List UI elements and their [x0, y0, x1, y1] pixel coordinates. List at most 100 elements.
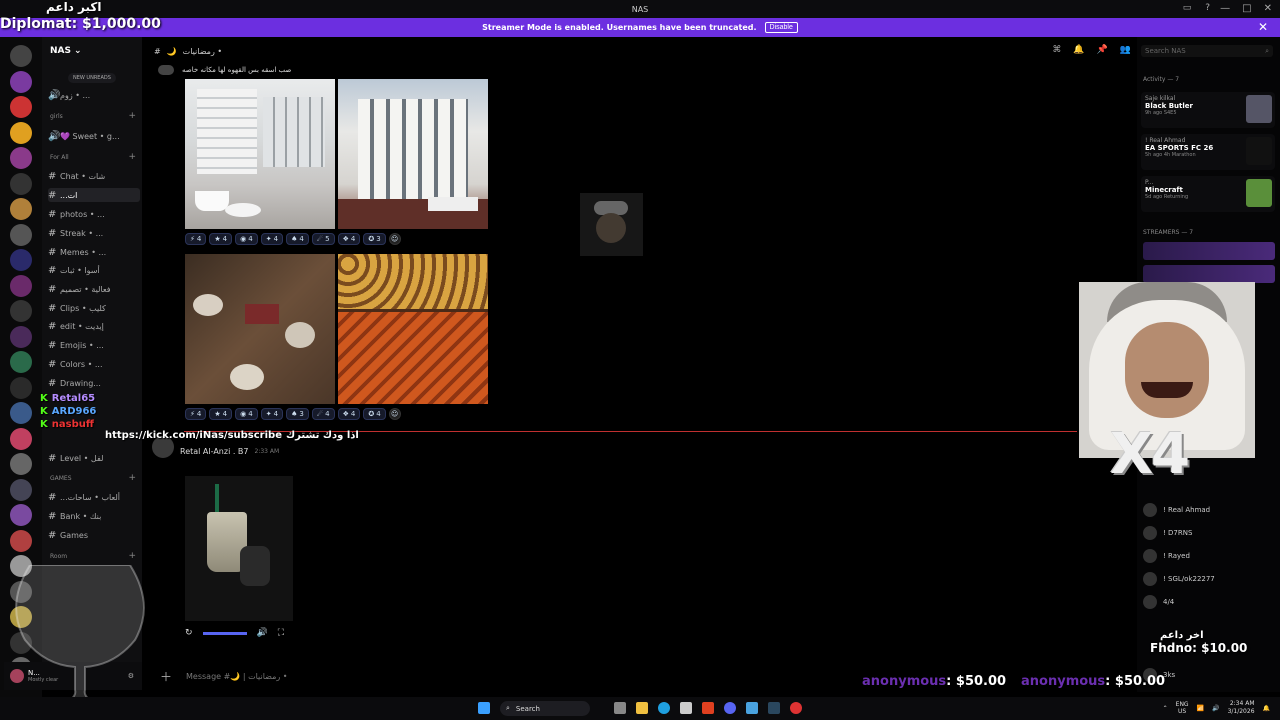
photo-hotel-building[interactable] [338, 79, 488, 229]
message-input[interactable]: Message #🌙 | رمضانيات • [186, 672, 287, 681]
clock[interactable]: 2:34 AM 3/1/2026 [1228, 700, 1255, 716]
inbox-icon[interactable]: ▭ [1183, 3, 1192, 13]
obs-icon[interactable] [790, 702, 802, 714]
discord-icon[interactable] [724, 702, 736, 714]
channel-category[interactable]: GAMES [50, 475, 140, 482]
server-icon[interactable] [10, 147, 32, 169]
server-icon[interactable] [10, 274, 32, 297]
member-row[interactable]: ! D7RNS [1143, 524, 1275, 542]
server-icon[interactable] [10, 376, 32, 399]
maximize-button[interactable]: □ [1242, 3, 1251, 14]
reaction-pill[interactable]: ⚡ 4 [185, 408, 207, 420]
photo-breakfast-table[interactable] [185, 254, 335, 404]
volume-icon[interactable]: 🔊 [1212, 705, 1219, 712]
channel-item[interactable]: # أسوا • ثبات [48, 263, 140, 277]
streamer-member-row[interactable] [1143, 242, 1275, 260]
channel-item[interactable]: # Streak • ... [48, 226, 140, 240]
channel-item[interactable]: # ...ات [48, 188, 140, 202]
server-icon[interactable] [10, 121, 32, 144]
brave-icon[interactable] [702, 702, 714, 714]
reaction-pill[interactable]: ★ 4 [209, 233, 233, 245]
server-icon[interactable] [10, 249, 32, 271]
server-icon[interactable] [10, 504, 32, 526]
channel-category[interactable]: For All [50, 154, 140, 161]
member-row[interactable]: 4/4 [1143, 593, 1275, 611]
channel-item[interactable]: # Clips • كليب [48, 301, 140, 315]
message-author[interactable]: Retal Al-Anzi . B7 [180, 447, 249, 456]
channel-item[interactable]: # edit • إيديت [48, 319, 140, 333]
activity-card[interactable]: Saje kilkal Black Butler 9h ago S4E5 [1141, 92, 1275, 128]
reaction-pill[interactable]: ♠ 4 [286, 233, 309, 245]
reaction-pill[interactable]: ⚡ 4 [185, 233, 207, 245]
replay-icon[interactable]: ↻ [185, 628, 193, 638]
chevron-up-icon[interactable]: ⌃ [1163, 705, 1168, 712]
member-row[interactable]: ! Rayed [1143, 547, 1275, 565]
channel-item[interactable]: # Drawing... [48, 376, 140, 390]
channel-item[interactable]: # Bank • بنك [48, 509, 140, 523]
reaction-pill[interactable]: ☄ 5 [311, 233, 335, 245]
server-icon[interactable] [10, 300, 32, 322]
reaction-pill[interactable]: ♠ 3 [286, 408, 309, 420]
server-icon[interactable] [10, 351, 32, 373]
channel-item[interactable]: # Games [48, 528, 140, 542]
server-icon[interactable] [10, 478, 32, 501]
threads-icon[interactable]: ⌘ [1052, 45, 1061, 55]
close-button[interactable]: ✕ [1264, 3, 1272, 14]
server-icon[interactable] [10, 529, 32, 552]
server-icon[interactable] [10, 70, 32, 93]
channel-item[interactable]: # Memes • ... [48, 245, 140, 259]
add-reaction-icon[interactable]: ☺ [388, 408, 401, 420]
server-icon[interactable] [10, 325, 32, 348]
streamer-member-row[interactable] [1143, 265, 1275, 283]
close-banner-icon[interactable]: ✕ [1258, 20, 1268, 34]
reaction-pill[interactable]: ✪ 4 [363, 408, 386, 420]
reaction-pill[interactable]: ◉ 4 [235, 408, 258, 420]
reaction-pill[interactable]: ★ 4 [209, 408, 233, 420]
channel-item[interactable]: # Emojis • ... [48, 338, 140, 352]
telegram-icon[interactable] [746, 702, 758, 714]
member-row[interactable]: ! SGL/ok22277 [1143, 570, 1275, 588]
start-icon[interactable] [478, 702, 490, 714]
reaction-pill[interactable]: ☄ 4 [311, 408, 335, 420]
volume-icon[interactable]: 🔊 [257, 628, 268, 638]
volume-slider[interactable] [202, 631, 247, 635]
activity-card[interactable]: ! Real Ahmad EA SPORTS FC 26 5h ago 4h Mar… [1141, 134, 1275, 170]
activity-card[interactable]: P... Minecraft 5d ago Returning [1141, 176, 1275, 212]
server-icon[interactable] [10, 453, 32, 475]
fullscreen-icon[interactable]: ⛶ [278, 628, 284, 638]
server-icon[interactable] [10, 402, 32, 424]
server-icon[interactable] [10, 223, 32, 246]
server-icon[interactable] [10, 96, 32, 118]
task-view-icon[interactable] [614, 702, 626, 714]
server-icon[interactable] [10, 172, 32, 195]
video-attachment[interactable] [185, 476, 293, 621]
lang-indicator[interactable]: ENG US [1176, 701, 1189, 715]
edge-icon[interactable] [658, 702, 670, 714]
bell-icon[interactable]: 🔔 [1073, 45, 1084, 55]
reaction-pill[interactable]: ✦ 4 [260, 233, 284, 245]
server-header[interactable]: NAS ⌄ [42, 37, 142, 65]
channel-item[interactable]: 🔊 💜 Sweet • g... [48, 129, 140, 143]
store-icon[interactable] [680, 702, 692, 714]
reaction-pill[interactable]: ❖ 4 [337, 233, 361, 245]
notification-icon[interactable]: 🔔 [1263, 705, 1270, 712]
member-row[interactable]: ! Real Ahmad [1143, 501, 1275, 519]
steam-icon[interactable] [768, 702, 780, 714]
wifi-icon[interactable]: 📶 [1197, 705, 1204, 712]
reaction-pill[interactable]: ◉ 4 [235, 233, 258, 245]
pin-icon[interactable]: 📌 [1097, 45, 1108, 55]
reaction-pill[interactable]: ✦ 4 [260, 408, 284, 420]
reaction-pill[interactable]: ✪ 3 [363, 233, 386, 245]
add-reaction-icon[interactable]: ☺ [388, 233, 401, 245]
help-icon[interactable]: ? [1205, 3, 1210, 13]
channel-category[interactable]: Room [50, 553, 140, 560]
photo-pastries[interactable] [338, 254, 488, 404]
add-attachment-icon[interactable]: ＋ [160, 668, 172, 685]
disable-streamer-mode-button[interactable]: Disable [764, 22, 798, 33]
channel-item[interactable]: 🔊 زوم • ... [48, 88, 140, 102]
file-explorer-icon[interactable] [636, 702, 648, 714]
server-icon[interactable] [10, 198, 32, 220]
new-unreads-pill[interactable]: NEW UNREADS [68, 73, 116, 83]
minimize-button[interactable]: — [1220, 3, 1230, 14]
server-icon[interactable] [10, 45, 32, 67]
